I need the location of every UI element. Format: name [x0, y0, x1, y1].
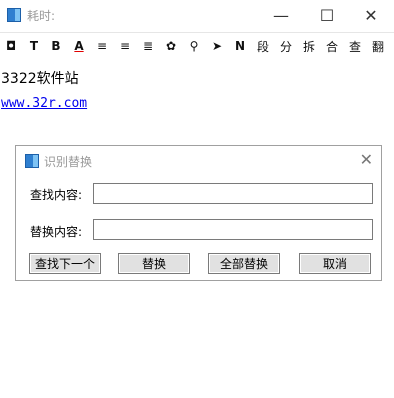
content-link[interactable]: www.32r.com [1, 96, 87, 111]
break-button[interactable]: 拆 [303, 38, 315, 55]
dialog-close-button[interactable]: ✕ [360, 150, 373, 169]
search-icon[interactable]: ⚲ [184, 36, 204, 56]
translate-button[interactable]: 翻 [372, 38, 384, 55]
find-input[interactable] [93, 183, 373, 204]
replace-dialog: 识别替换 ✕ 查找内容: 替换内容: 查找下一个 替换 全部替换 取消 [15, 145, 382, 281]
merge-button[interactable]: 合 [326, 38, 338, 55]
minimize-button[interactable]: — [258, 0, 304, 31]
title-bar: 耗时: — ☐ ✕ [0, 0, 394, 31]
replace-all-button[interactable]: 全部替换 [208, 253, 280, 274]
align-justify-icon[interactable]: ≣ [138, 36, 158, 56]
dialog-app-icon [25, 154, 39, 168]
find-label: 查找内容: [30, 188, 83, 202]
align-center-icon[interactable]: ≡ [115, 36, 135, 56]
border-icon[interactable]: ◘ [1, 36, 21, 56]
n-icon[interactable]: N [230, 36, 250, 56]
app-icon [7, 8, 21, 22]
replace-label: 替换内容: [30, 225, 83, 239]
align-left-icon[interactable]: ≡ [92, 36, 112, 56]
window-title: 耗时: [27, 9, 56, 23]
send-icon[interactable]: ➤ [207, 36, 227, 56]
text-t-icon[interactable]: T [24, 36, 44, 56]
cancel-button[interactable]: 取消 [299, 253, 371, 274]
replace-input[interactable] [93, 219, 373, 240]
font-color-icon[interactable]: A [69, 36, 89, 56]
find-next-button[interactable]: 查找下一个 [29, 253, 101, 274]
replace-button[interactable]: 替换 [118, 253, 190, 274]
palette-icon[interactable]: ✿ [161, 36, 181, 56]
bold-icon[interactable]: B [46, 36, 66, 56]
close-button[interactable]: ✕ [348, 0, 394, 31]
maximize-button[interactable]: ☐ [304, 0, 350, 31]
content-text: 3322软件站 [1, 71, 79, 87]
find-button[interactable]: 查 [349, 38, 361, 55]
dialog-title: 识别替换 [44, 155, 93, 169]
split-button[interactable]: 分 [280, 38, 292, 55]
toolbar: ◘ T B A ≡ ≡ ≣ ✿ ⚲ ➤ N 段 分 拆 合 查 翻 [0, 32, 394, 59]
paragraph-button[interactable]: 段 [257, 38, 269, 55]
